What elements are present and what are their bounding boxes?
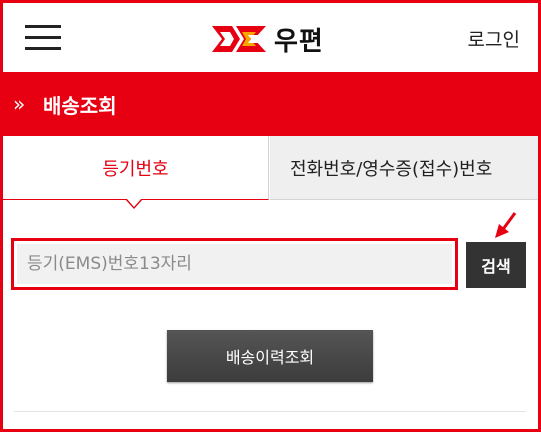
- delivery-history-button[interactable]: 배송이력조회: [167, 330, 373, 382]
- tracking-number-input[interactable]: [17, 244, 452, 284]
- header: 우편 로그인: [3, 3, 538, 72]
- logo[interactable]: 우편: [210, 19, 324, 59]
- page-title: 배송조회: [43, 93, 117, 118]
- tab-label: 전화번호/영수증(접수)번호: [290, 158, 493, 180]
- active-tab-indicator-fill: [127, 199, 141, 207]
- arrow-pointer-icon: [495, 212, 517, 238]
- login-link[interactable]: 로그인: [468, 25, 520, 52]
- search-field-highlight: [11, 238, 458, 290]
- tab-label: 등기번호: [102, 158, 169, 180]
- search-button[interactable]: 검색: [466, 242, 526, 288]
- page-title-bar: » 배송조회: [3, 72, 538, 136]
- tab-registered-number[interactable]: 등기번호: [3, 136, 269, 200]
- divider: [14, 411, 526, 412]
- menu-icon[interactable]: [25, 23, 61, 53]
- search-tabs: 등기번호 전화번호/영수증(접수)번호: [3, 136, 538, 209]
- tab-phone-receipt-number[interactable]: 전화번호/영수증(접수)번호: [270, 136, 538, 200]
- chevron-right-icon: »: [13, 92, 26, 116]
- logo-text: 우편: [274, 26, 324, 57]
- post-logo-icon: [212, 26, 266, 52]
